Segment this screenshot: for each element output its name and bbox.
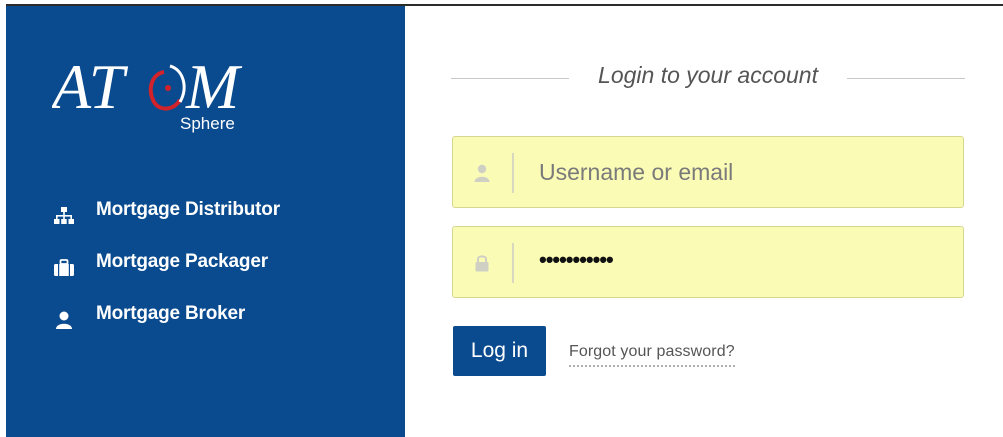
user-icon: [471, 161, 493, 185]
username-input[interactable]: [539, 147, 949, 197]
sitemap-icon: [52, 204, 76, 228]
username-field[interactable]: [452, 136, 964, 208]
login-heading-row: Login to your account: [451, 60, 965, 94]
logo-letters-at: AT: [52, 51, 129, 122]
lock-icon: [471, 251, 493, 275]
password-field[interactable]: •••••••••••: [452, 226, 964, 298]
nav-label: Mortgage Distributor: [96, 199, 280, 220]
briefcase-icon: [52, 256, 76, 280]
nav-item-mortgage-distributor[interactable]: Mortgage Distributor: [52, 196, 280, 248]
logo-o-swirl: [148, 64, 186, 111]
login-heading: Login to your account: [598, 62, 818, 88]
logo-letter-m: M: [185, 51, 243, 122]
brand-sidebar: AT M Sphere Mortgage Distributor Mortgag…: [6, 6, 405, 437]
login-button[interactable]: Log in: [453, 326, 546, 376]
nav-item-mortgage-packager[interactable]: Mortgage Packager: [52, 248, 280, 300]
password-input[interactable]: •••••••••••: [539, 247, 614, 273]
login-panel: Login to your account ••••••••••• Log in…: [405, 6, 1003, 437]
nav-item-mortgage-broker[interactable]: Mortgage Broker: [52, 300, 280, 352]
field-separator: [512, 153, 514, 193]
logo-subtitle: Sphere: [180, 114, 235, 133]
nav-label: Mortgage Broker: [96, 303, 246, 324]
portal-nav: Mortgage Distributor Mortgage Packager M…: [52, 196, 280, 352]
nav-label: Mortgage Packager: [96, 251, 268, 272]
field-separator: [512, 243, 514, 283]
atom-logo-mark: AT M: [52, 51, 243, 122]
heading-divider-right: [847, 78, 965, 79]
heading-divider-left: [451, 78, 569, 79]
user-icon: [52, 308, 76, 332]
forgot-password-link[interactable]: Forgot your password?: [569, 343, 735, 367]
